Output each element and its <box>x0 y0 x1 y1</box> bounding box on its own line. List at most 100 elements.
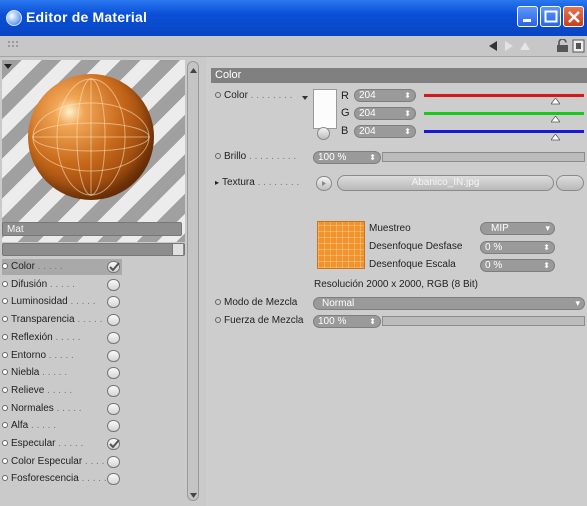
g-slider-track[interactable] <box>424 112 584 115</box>
brillo-input[interactable]: 100 % ⬍ <box>313 151 381 164</box>
vertical-scrollbar[interactable] <box>187 61 199 501</box>
preview-menu-icon[interactable] <box>4 61 12 73</box>
color-label: Color . . . . . . . . <box>215 90 292 101</box>
window-title: Editor de Material <box>26 9 148 25</box>
channel-unchecked-icon[interactable] <box>107 296 120 308</box>
fuerza-mezcla-input[interactable]: 100 % ⬍ <box>313 315 381 328</box>
channel-item[interactable]: Transparencia . . . . . <box>2 312 122 328</box>
muestreo-dropdown[interactable]: MIP ▾ <box>480 222 555 235</box>
channel-item[interactable]: Difusión . . . . . <box>2 277 122 293</box>
scroll-up-icon[interactable] <box>190 65 197 77</box>
channel-panel: Mat Color . . . . . Difusión . . . . . Lum… <box>0 57 205 506</box>
desenfoque-escala-value: 0 % <box>485 260 503 271</box>
channel-bullet-icon <box>2 298 8 305</box>
channel-label: Difusión <box>11 279 48 290</box>
texture-menu-button[interactable] <box>316 176 332 191</box>
brillo-slider-fill <box>383 153 584 161</box>
color-label-text: Color <box>224 90 248 101</box>
channel-checked-icon[interactable] <box>107 438 120 450</box>
channel-label: Fosforescencia <box>11 473 79 484</box>
r-input[interactable]: 204 ⬍ <box>354 89 416 102</box>
r-slider-handle[interactable] <box>550 96 561 108</box>
channel-item[interactable]: Color Especular . . . . . <box>2 454 122 470</box>
b-input[interactable]: 204 ⬍ <box>354 125 416 138</box>
channel-item[interactable]: Niebla . . . . . <box>2 365 122 381</box>
channel-item[interactable]: Luminosidad . . . . . <box>2 294 122 310</box>
desenfoque-escala-label: Desenfoque Escala <box>369 259 456 270</box>
grip-icon[interactable] <box>8 41 18 50</box>
up-arrow-icon[interactable] <box>519 40 531 55</box>
channel-unchecked-icon[interactable] <box>107 332 120 344</box>
material-sphere <box>28 74 154 200</box>
color-menu-arrow-icon[interactable] <box>302 92 308 104</box>
channel-label: Niebla <box>11 367 40 378</box>
channel-checked-icon[interactable] <box>107 261 120 273</box>
channel-item[interactable]: Color . . . . . <box>2 259 122 275</box>
desenfoque-desfase-value: 0 % <box>485 242 503 253</box>
resolution-text: Resolución 2000 x 2000, RGB (8 Bit) <box>314 279 478 290</box>
modo-mezcla-dropdown[interactable]: Normal ▾ <box>313 297 585 310</box>
channel-unchecked-icon[interactable] <box>107 420 120 432</box>
channel-unchecked-icon[interactable] <box>107 403 120 415</box>
title-bar[interactable]: Editor de Material <box>0 0 587 36</box>
material-name-field[interactable]: Mat <box>2 222 182 236</box>
channel-unchecked-icon[interactable] <box>107 473 120 485</box>
channel-unchecked-icon[interactable] <box>107 350 120 362</box>
channel-label: Color Especular <box>11 456 83 467</box>
new-panel-icon[interactable] <box>572 39 585 56</box>
texture-file-button[interactable]: Abanico_IN.jpg <box>337 175 554 191</box>
b-slider-track[interactable] <box>424 130 584 133</box>
close-button[interactable] <box>563 6 584 27</box>
textura-label: ▸ Textura . . . . . . . . <box>215 177 300 188</box>
maximize-button[interactable] <box>540 6 561 27</box>
brillo-slider[interactable] <box>382 152 585 162</box>
material-preview[interactable] <box>2 60 185 242</box>
channel-bullet-icon <box>2 475 8 482</box>
muestreo-value: MIP <box>491 223 509 234</box>
g-input[interactable]: 204 ⬍ <box>354 107 416 120</box>
modo-mezcla-label-text: Modo de Mezcla <box>224 297 298 308</box>
scroll-right-button[interactable] <box>172 244 183 255</box>
b-slider-handle[interactable] <box>550 132 561 144</box>
horizontal-scrollbar[interactable] <box>2 243 185 256</box>
channel-label: Luminosidad <box>11 296 68 307</box>
channel-label: Reflexión <box>11 332 53 343</box>
lock-icon[interactable] <box>556 38 569 56</box>
scroll-down-icon[interactable] <box>190 490 197 502</box>
channel-bullet-icon <box>2 281 8 288</box>
channel-label: Entorno <box>11 350 47 361</box>
modo-mezcla-value: Normal <box>322 298 355 309</box>
channel-unchecked-icon[interactable] <box>107 279 120 291</box>
channel-item[interactable]: Normales . . . . . <box>2 401 122 417</box>
fuerza-mezcla-slider[interactable] <box>382 316 585 326</box>
channel-unchecked-icon[interactable] <box>107 385 120 397</box>
color-swatch[interactable] <box>313 89 337 129</box>
channel-item[interactable]: Fosforescencia . . . . . <box>2 471 122 487</box>
channel-unchecked-icon[interactable] <box>107 456 120 468</box>
channel-bullet-icon <box>2 458 8 465</box>
channel-bullet-icon <box>2 352 8 359</box>
channel-item[interactable]: Relieve . . . . . <box>2 383 122 399</box>
texture-thumbnail[interactable] <box>317 221 365 269</box>
g-slider-handle[interactable] <box>550 114 561 126</box>
channel-bullet-icon <box>2 263 8 270</box>
channel-bullet-icon <box>2 440 8 447</box>
back-arrow-icon[interactable] <box>487 40 499 55</box>
channel-unchecked-icon[interactable] <box>107 367 120 379</box>
forward-arrow-icon[interactable] <box>503 40 515 55</box>
channel-label: Especular <box>11 438 56 449</box>
texture-options-button[interactable] <box>556 175 584 191</box>
minimize-button[interactable] <box>517 6 538 27</box>
channel-item[interactable]: Entorno . . . . . <box>2 348 122 364</box>
textura-label-text: Textura <box>222 177 255 188</box>
color-picker-button[interactable] <box>317 127 330 140</box>
channel-unchecked-icon[interactable] <box>107 314 120 326</box>
b-value: 204 <box>359 126 376 137</box>
desenfoque-escala-input[interactable]: 0 % ⬍ <box>480 259 555 272</box>
channel-item[interactable]: Reflexión . . . . . <box>2 330 122 346</box>
desenfoque-desfase-input[interactable]: 0 % ⬍ <box>480 241 555 254</box>
fuerza-mezcla-value: 100 % <box>318 316 347 327</box>
r-slider-track[interactable] <box>424 94 584 97</box>
channel-item[interactable]: Especular . . . . . <box>2 436 122 452</box>
channel-item[interactable]: Alfa . . . . . <box>2 418 122 434</box>
